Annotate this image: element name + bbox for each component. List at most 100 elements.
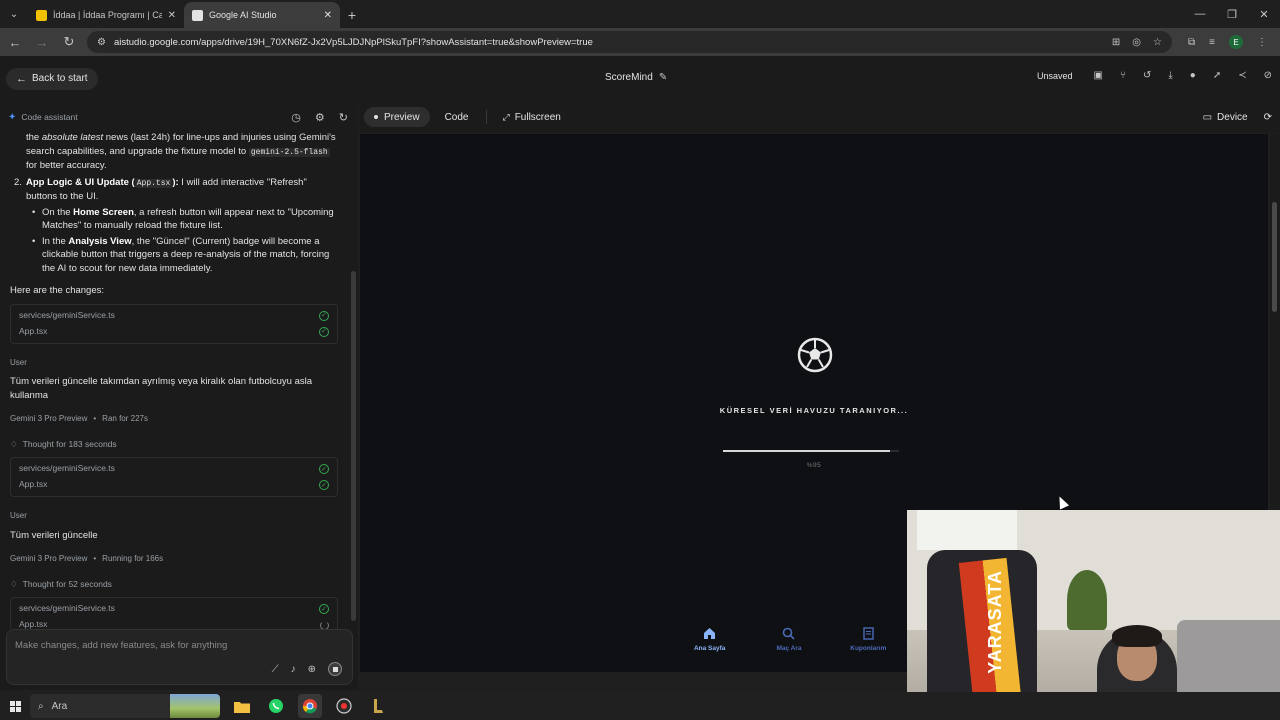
tab-title: Google AI Studio: [209, 10, 277, 20]
arrow-left-icon: ←: [16, 72, 27, 85]
browser-tab-1[interactable]: İddaa | İddaa Programı | Canlı İddaa ✕: [28, 2, 184, 28]
lightbulb-icon: ♢: [10, 438, 18, 449]
refresh-icon[interactable]: ↻: [339, 111, 348, 124]
chat-scrollbar[interactable]: [351, 271, 356, 621]
thought-toggle[interactable]: ♢ Thought for 52 seconds: [10, 578, 340, 592]
nav-coupons[interactable]: Kuponlarım: [833, 626, 903, 672]
user-role-label: User: [10, 357, 27, 367]
history-icon[interactable]: ◷: [291, 111, 301, 124]
search-icon: [782, 626, 796, 640]
bullet-separator: •: [93, 414, 97, 423]
pencil-icon[interactable]: ✎: [659, 72, 667, 83]
nav-search-match[interactable]: Maç Ara: [754, 626, 824, 672]
fullscreen-button[interactable]: ⤢ Fullscreen: [492, 107, 570, 127]
back-label: Back to start: [32, 73, 88, 84]
chrome-icon[interactable]: [298, 694, 322, 718]
check-icon: ✓: [319, 464, 329, 474]
scrollbar-thumb[interactable]: [1272, 202, 1277, 312]
share-icon[interactable]: ≺: [1238, 70, 1246, 81]
tab-preview[interactable]: Preview: [364, 107, 430, 127]
taskbar-search[interactable]: ⌕ Ara: [30, 694, 220, 718]
minimize-icon[interactable]: —: [1184, 0, 1216, 28]
settings-gear-icon[interactable]: ⚙: [315, 111, 325, 124]
file-changes-box: services/geminiService.ts ✓ App.tsx: [10, 597, 338, 629]
chat-history[interactable]: the absolute latest news (last 24h) for …: [0, 129, 350, 629]
button-label: Fullscreen: [514, 111, 561, 123]
tab-search-button[interactable]: ⌄: [0, 0, 28, 28]
run-time: Running for 166s: [102, 554, 164, 563]
app-icon[interactable]: [332, 694, 356, 718]
file-row[interactable]: services/geminiService.ts ✓: [19, 601, 329, 617]
file-explorer-icon[interactable]: [230, 694, 254, 718]
tab-code[interactable]: Code: [435, 107, 479, 127]
search-label: Ara: [51, 700, 68, 712]
download-icon[interactable]: ⤓: [1168, 70, 1172, 81]
close-tab-icon[interactable]: ✕: [168, 10, 176, 21]
thought-toggle[interactable]: ♢ Thought for 183 seconds: [10, 438, 340, 452]
msg-bold: App Logic & UI Update (: [26, 176, 135, 188]
new-tab-button[interactable]: +: [340, 2, 364, 28]
media-icon[interactable]: ≡: [1209, 37, 1215, 48]
divider: [486, 110, 488, 124]
nav-label: Maç Ara: [776, 645, 802, 652]
changes-label: Here are the changes:: [10, 285, 105, 296]
monitor-icon: ▭: [1202, 111, 1213, 123]
hide-panel-icon[interactable]: ⊘: [1264, 70, 1272, 81]
restore-icon[interactable]: ❐: [1216, 0, 1248, 28]
check-icon: ✓: [319, 480, 329, 490]
file-name: App.tsx: [19, 479, 48, 490]
league-client-icon[interactable]: [366, 694, 390, 718]
extensions-icon[interactable]: ⧉: [1188, 37, 1195, 48]
save-icon[interactable]: ▣: [1094, 70, 1103, 81]
model-name: Gemini 3 Pro Preview: [10, 554, 88, 563]
bullet-separator: •: [93, 554, 97, 563]
refresh-preview-icon[interactable]: ⟳: [1264, 112, 1272, 123]
reload-icon[interactable]: ↻: [57, 30, 81, 54]
site-info-icon[interactable]: ⚙: [97, 37, 106, 48]
active-dot-icon: [374, 115, 378, 119]
browser-menu-icon[interactable]: ⋮: [1257, 37, 1267, 48]
assistant-message: the absolute latest news (last 24h) for …: [10, 131, 340, 173]
run-time: Ran for 227s: [102, 414, 148, 423]
back-icon[interactable]: ←: [3, 30, 27, 54]
prompt-input[interactable]: Make changes, add new features, ask for …: [6, 629, 353, 685]
microphone-icon[interactable]: ♪: [291, 664, 296, 675]
list-item: On the Home Screen, a refresh button wil…: [10, 206, 340, 233]
close-tab-icon[interactable]: ✕: [324, 10, 332, 21]
forward-icon[interactable]: →: [30, 30, 54, 54]
lightbulb-icon: ♢: [10, 578, 18, 589]
fork-icon[interactable]: ⑂: [1120, 70, 1126, 81]
msg-bold: Analysis View: [68, 235, 132, 247]
app-title[interactable]: ScoreMind ✎: [605, 72, 667, 83]
translate-icon[interactable]: ⊞: [1112, 37, 1120, 48]
code-assistant-panel: ✦ Code assistant ◷ ⚙ ↻ the absolute late…: [0, 101, 358, 690]
file-row[interactable]: services/geminiService.ts ✓: [19, 461, 329, 477]
stop-button[interactable]: [328, 662, 342, 676]
device-button[interactable]: ▭ Device: [1203, 112, 1248, 123]
inline-code: gemini-2.5-flash: [248, 147, 330, 157]
file-changes-box: services/geminiService.ts ✓ App.tsx ✓: [10, 303, 338, 344]
browser-tab-2[interactable]: Google AI Studio ✕: [184, 2, 340, 28]
github-icon[interactable]: ●: [1190, 70, 1196, 81]
eye-off-icon[interactable]: ◎: [1132, 37, 1141, 48]
bookmark-star-icon[interactable]: ☆: [1153, 37, 1162, 48]
whatsapp-icon[interactable]: [264, 694, 288, 718]
nav-home[interactable]: Ana Sayfa: [675, 626, 745, 672]
url-input[interactable]: ⚙ aistudio.google.com/apps/drive/19H_70X…: [87, 31, 1172, 53]
add-icon[interactable]: ⊕: [308, 664, 316, 675]
deploy-rocket-icon[interactable]: ➚: [1213, 70, 1221, 81]
window-controls: — ❐ ✕: [1184, 0, 1280, 28]
magic-wand-icon[interactable]: ⟋: [272, 664, 279, 675]
close-window-icon[interactable]: ✕: [1248, 0, 1280, 28]
list-item: 2. App Logic & UI Update (App.tsx): I wi…: [10, 176, 340, 204]
file-row[interactable]: App.tsx: [19, 617, 329, 629]
file-changes-box: services/geminiService.ts ✓ App.tsx ✓: [10, 457, 338, 497]
window: [917, 510, 1017, 550]
history-icon[interactable]: ↺: [1143, 70, 1151, 81]
start-button[interactable]: [0, 692, 30, 720]
profile-avatar[interactable]: E: [1228, 35, 1243, 49]
file-row[interactable]: services/geminiService.ts ✓: [19, 308, 329, 324]
file-row[interactable]: App.tsx ✓: [19, 324, 329, 340]
file-row[interactable]: App.tsx ✓: [19, 477, 329, 493]
back-to-start-button[interactable]: ← Back to start: [6, 67, 98, 90]
